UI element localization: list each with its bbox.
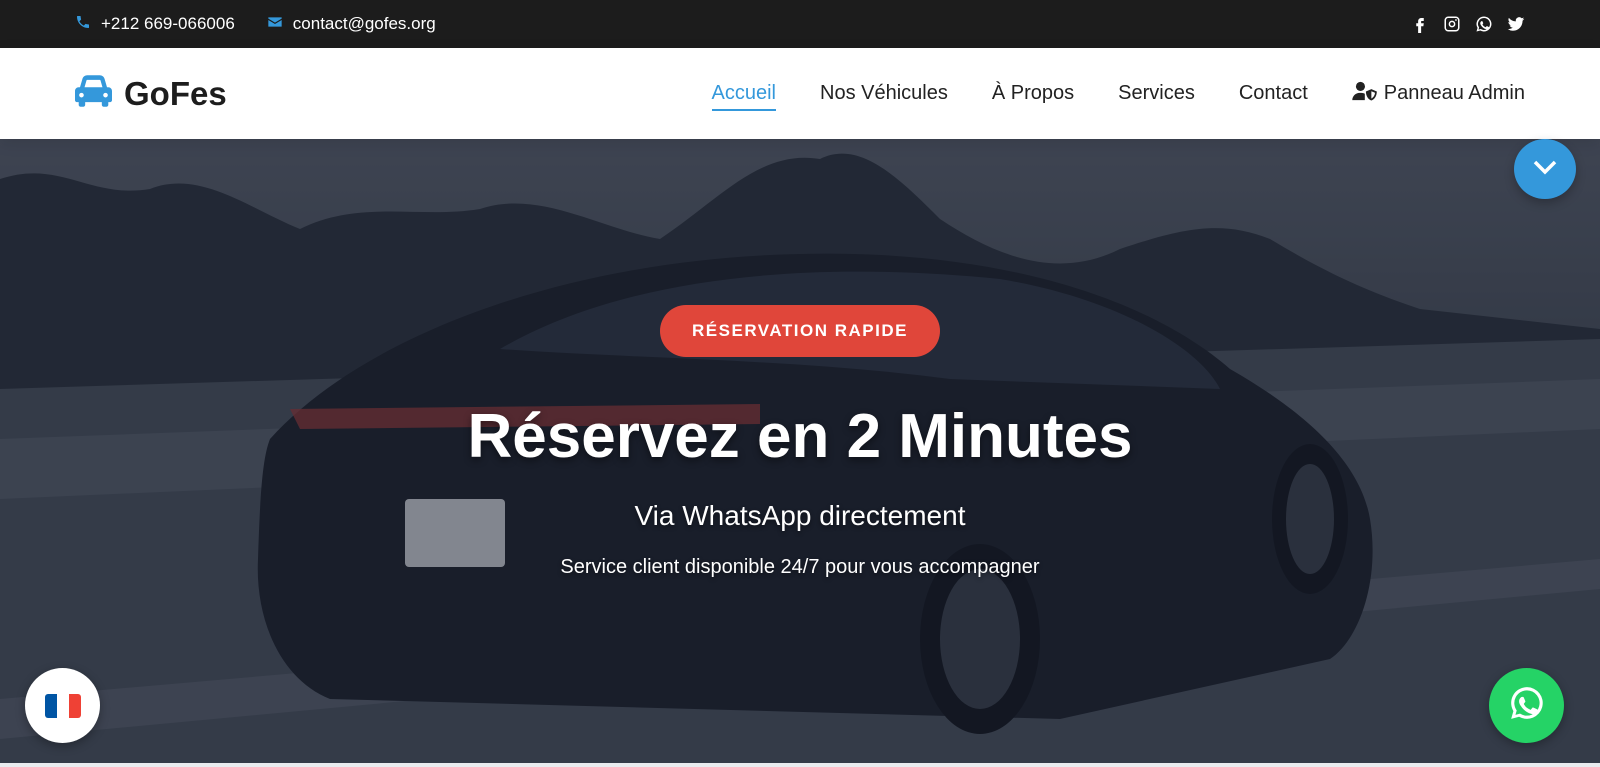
nav-link-accueil[interactable]: Accueil <box>711 76 777 111</box>
phone-contact[interactable]: +212 669-066006 <box>75 14 235 35</box>
phone-icon <box>75 14 91 35</box>
instagram-icon[interactable] <box>1443 15 1461 33</box>
twitter-icon[interactable] <box>1507 15 1525 33</box>
language-button[interactable] <box>25 668 100 743</box>
main-navbar: GoFes Accueil Nos Véhicules À Propos Ser… <box>0 48 1600 139</box>
brand-logo[interactable]: GoFes <box>75 75 227 113</box>
hero-description: Service client disponible 24/7 pour vous… <box>560 556 1040 578</box>
hero-subtitle: Via WhatsApp directement <box>634 500 966 531</box>
envelope-icon <box>267 14 283 35</box>
nav-link-services[interactable]: Services <box>1118 76 1195 111</box>
whatsapp-icon[interactable] <box>1475 15 1493 33</box>
nav-link-a-propos[interactable]: À Propos <box>992 76 1074 111</box>
france-flag-icon <box>44 693 81 718</box>
reservation-badge: RÉSERVATION RAPIDE <box>660 305 940 357</box>
admin-label: Panneau Admin <box>1383 82 1525 104</box>
hero-title: Réservez en 2 Minutes <box>467 402 1133 471</box>
whatsapp-icon <box>1508 684 1546 727</box>
email-contact[interactable]: contact@gofes.org <box>267 14 436 35</box>
nav-link-admin[interactable]: Panneau Admin <box>1352 75 1525 113</box>
email-address: contact@gofes.org <box>292 14 436 33</box>
phone-number: +212 669-066006 <box>101 14 235 33</box>
whatsapp-chat-button[interactable] <box>1489 668 1564 743</box>
brand-name: GoFes <box>124 74 227 112</box>
hero-content: RÉSERVATION RAPIDE Réservez en 2 Minutes… <box>0 139 1600 763</box>
facebook-icon[interactable] <box>1411 15 1429 33</box>
hero-section: RÉSERVATION RAPIDE Réservez en 2 Minutes… <box>0 139 1600 763</box>
top-bar: +212 669-066006 contact@gofes.org <box>0 0 1600 48</box>
nav-links: Accueil Nos Véhicules À Propos Services … <box>711 75 1525 113</box>
contact-info: +212 669-066006 contact@gofes.org <box>75 14 436 35</box>
nav-link-contact[interactable]: Contact <box>1239 76 1308 111</box>
scroll-down-button[interactable] <box>1514 139 1576 199</box>
social-links <box>1411 15 1525 33</box>
chevron-down-icon <box>1532 159 1558 180</box>
user-shield-icon <box>1352 81 1378 107</box>
car-icon <box>75 75 112 112</box>
nav-link-vehicules[interactable]: Nos Véhicules <box>820 76 948 111</box>
